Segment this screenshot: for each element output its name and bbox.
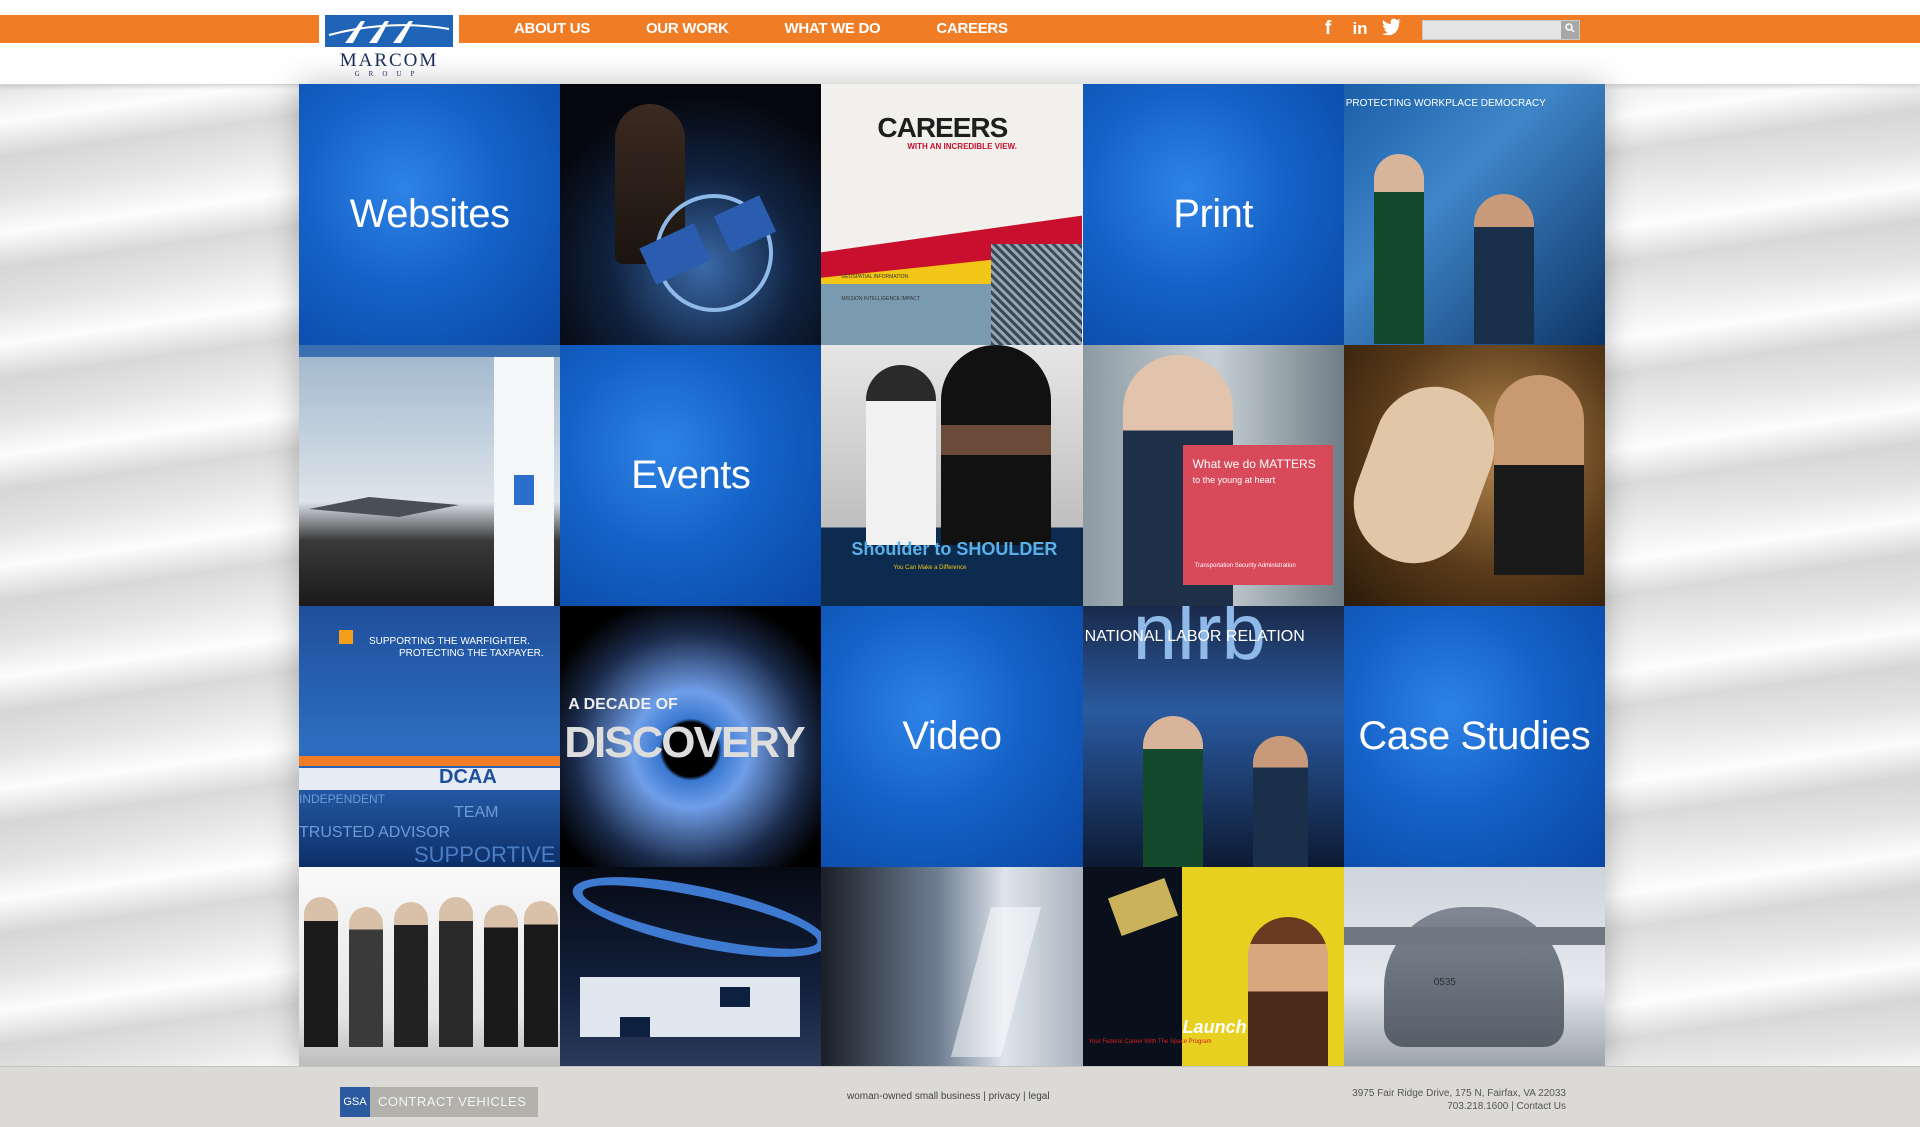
couple-photo	[1343, 345, 1605, 606]
tile-image-tsa[interactable]: What we do MATTERS to the young at heart…	[1082, 345, 1344, 606]
careers-brochure: CAREERS WITH AN INCREDIBLE VIEW. GEOSPAT…	[821, 84, 1083, 345]
legal-link[interactable]: legal	[1028, 1091, 1049, 1102]
careers-title: CAREERS	[877, 112, 1008, 143]
marcom-logo[interactable]: MARCOM GROUP	[319, 12, 459, 78]
logo-subtext: GROUP	[354, 70, 424, 78]
launch-title: Launch	[1182, 1017, 1247, 1037]
tile-image-booth[interactable]	[560, 867, 822, 1066]
portfolio-grid: Websites CAREERS WITH AN INCREDIBLE VIEW…	[299, 84, 1605, 1066]
tile-image-discovery[interactable]: A DECADE OF DISCOVERY	[560, 606, 822, 867]
launch-poster: Launch Your Federal Career With The Spac…	[1082, 867, 1344, 1066]
contract-vehicles-button[interactable]: GSA CONTRACT VEHICLES	[340, 1087, 538, 1117]
workplace-banner: PROTECTING WORKPLACE DEMOCRACY	[1345, 98, 1546, 109]
dcaa-logo: DCAA	[439, 766, 497, 788]
shoulder-headline: Shoulder to SHOULDER	[851, 539, 1058, 559]
dcaa-word-3: TRUSTED ADVISOR	[299, 824, 451, 841]
shoulder-subhead: You Can Make a Difference	[893, 565, 967, 571]
search-button[interactable]	[1561, 21, 1579, 39]
woman-owned-label: woman-owned small business	[847, 1091, 981, 1102]
tile-case-studies[interactable]: Case Studies	[1343, 606, 1605, 867]
dcaa-slogan-2: PROTECTING THE TAXPAYER.	[399, 648, 544, 659]
tsa-subhead: to the young at heart	[1192, 475, 1276, 485]
tile-label: Video	[902, 714, 1002, 758]
logo-mark-icon	[325, 15, 453, 47]
workplace-photo: PROTECTING WORKPLACE DEMOCRACY	[1343, 84, 1605, 345]
dcaa-slogan-1: SUPPORTING THE WARFIGHTER.	[369, 636, 530, 647]
tile-image-exhibit[interactable]	[821, 867, 1083, 1066]
dcaa-word-4: SUPPORTIVE	[414, 842, 556, 867]
trade-booth-photo	[560, 867, 822, 1066]
tsa-headline: What we do MATTERS	[1192, 457, 1316, 471]
contact-us-link[interactable]: Contact Us	[1517, 1101, 1566, 1112]
contract-vehicles-label: CONTRACT VEHICLES	[370, 1087, 538, 1117]
nlrb-title: NATIONAL LABOR RELATION	[1084, 628, 1305, 645]
exhibit-photo	[821, 867, 1083, 1066]
dcaa-word-1: INDEPENDENT	[299, 792, 386, 806]
linkedin-icon[interactable]: in	[1348, 18, 1372, 42]
launch-subtitle: Your Federal Career With The Space Progr…	[1088, 1039, 1212, 1045]
address: 3975 Fair Ridge Drive, 175 N, Fairfax, V…	[1352, 1088, 1566, 1099]
team-photo	[299, 867, 561, 1066]
site-footer: GSA CONTRACT VEHICLES woman-owned small …	[0, 1066, 1920, 1127]
twitter-icon[interactable]	[1382, 18, 1402, 42]
footer-address-block: 3975 Fair Ridge Drive, 175 N, Fairfax, V…	[1352, 1087, 1566, 1113]
careers-line-2: MISSION INTELLIGENCE IMPACT	[841, 296, 920, 302]
tile-label: Events	[631, 453, 751, 497]
tile-image-couple[interactable]	[1343, 345, 1605, 606]
discovery-graphic: A DECADE OF DISCOVERY	[560, 606, 822, 867]
nav-careers[interactable]: CAREERS	[936, 15, 1008, 43]
tile-websites[interactable]: Websites	[299, 84, 561, 345]
nav-about-us[interactable]: ABOUT US	[514, 15, 590, 43]
discovery-line-2: DISCOVERY	[564, 718, 806, 767]
tile-image-satellite[interactable]	[560, 84, 822, 345]
gsa-logo: GSA	[340, 1087, 370, 1117]
nav-our-work[interactable]: OUR WORK	[646, 15, 729, 43]
nlrb-poster: nlrb NATIONAL LABOR RELATION	[1082, 606, 1344, 867]
main-nav: ABOUT US OUR WORK WHAT WE DO CAREERS	[514, 15, 1064, 43]
nav-what-we-do[interactable]: WHAT WE DO	[785, 15, 881, 43]
careers-subtitle: WITH AN INCREDIBLE VIEW.	[907, 142, 1017, 151]
social-links: f in	[1318, 18, 1402, 42]
tile-print[interactable]: Print	[1082, 84, 1344, 345]
facebook-icon[interactable]: f	[1318, 18, 1338, 42]
dcaa-word-2: TEAM	[454, 804, 499, 821]
satellite-photo	[560, 84, 822, 345]
tile-label: Print	[1173, 192, 1254, 236]
careers-line-1: GEOSPATIAL INFORMATION	[841, 274, 909, 280]
logo-wordmark: MARCOM	[339, 50, 439, 71]
tile-events[interactable]: Events	[560, 345, 822, 606]
dcaa-website: SUPPORTING THE WARFIGHTER. PROTECTING TH…	[299, 606, 561, 867]
search-input[interactable]	[1423, 22, 1563, 40]
search-box	[1422, 20, 1580, 40]
jet-website-screenshot	[299, 345, 561, 606]
phone: 703.218.1600	[1447, 1101, 1509, 1112]
privacy-link[interactable]: privacy	[989, 1091, 1021, 1102]
tile-image-aircraft[interactable]: 0535	[1343, 867, 1605, 1066]
tile-image-dcaa[interactable]: SUPPORTING THE WARFIGHTER. PROTECTING TH…	[299, 606, 561, 867]
discovery-line-1: A DECADE OF	[568, 696, 678, 713]
tile-image-nlrb[interactable]: nlrb NATIONAL LABOR RELATION	[1082, 606, 1344, 867]
tile-image-team[interactable]	[299, 867, 561, 1066]
magnifier-icon	[1565, 23, 1575, 33]
tile-label: Case Studies	[1358, 714, 1591, 758]
aircraft-tail-number: 0535	[1433, 977, 1456, 988]
tile-video[interactable]: Video	[821, 606, 1083, 867]
tile-image-jet-website[interactable]	[299, 345, 561, 606]
shoulder-ad: Shoulder to SHOULDER You Can Make a Diff…	[821, 345, 1083, 606]
tile-image-careers[interactable]: CAREERS WITH AN INCREDIBLE VIEW. GEOSPAT…	[821, 84, 1083, 345]
tile-image-shoulder[interactable]: Shoulder to SHOULDER You Can Make a Diff…	[821, 345, 1083, 606]
tile-image-workplace[interactable]: PROTECTING WORKPLACE DEMOCRACY	[1343, 84, 1605, 345]
tile-image-launch[interactable]: Launch Your Federal Career With The Spac…	[1082, 867, 1344, 1066]
footer-links: woman-owned small business | privacy | l…	[847, 1091, 1050, 1102]
tile-label: Websites	[349, 192, 510, 236]
aircraft-photo: 0535	[1343, 867, 1605, 1066]
site-header: MARCOM GROUP ABOUT US OUR WORK WHAT WE D…	[0, 0, 1920, 85]
tsa-agency: Transportation Security Administration	[1194, 563, 1296, 569]
tsa-ad: What we do MATTERS to the young at heart…	[1082, 345, 1344, 606]
